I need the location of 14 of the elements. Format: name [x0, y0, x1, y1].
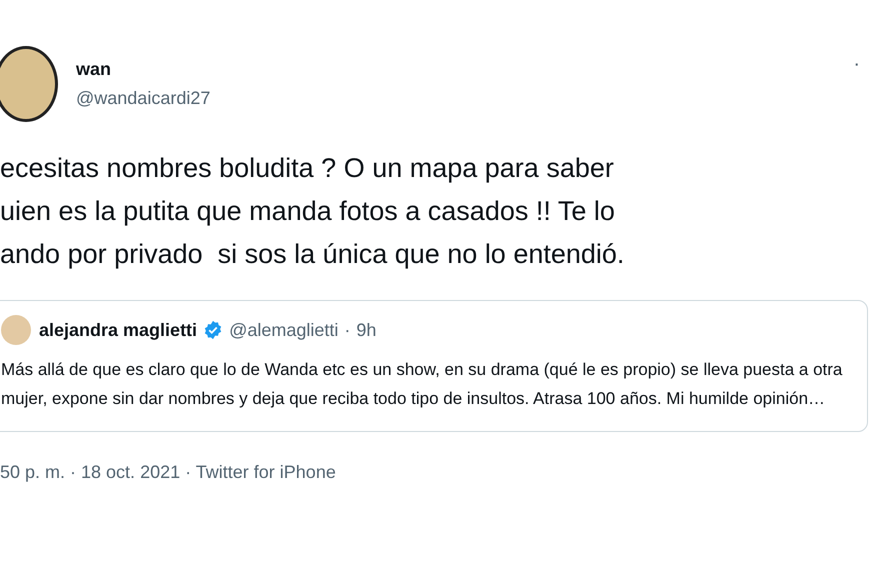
more-button[interactable]: · [849, 53, 864, 76]
quoted-tweet-card[interactable] [0, 300, 868, 432]
quoted-time: 9h [356, 320, 376, 340]
tweet-text-line: ando por privado si sos la única que no lo entendió. [0, 238, 626, 271]
tweet-timestamp: 50 p. m. · 18 oct. 2021 · Twitter for iPhone [0, 462, 337, 483]
tweet-text-line: uien es la putita que manda fotos a casados !! Te lo [0, 195, 616, 228]
avatar-circle [1, 315, 31, 345]
separator-dot: · [344, 320, 350, 340]
quoted-user-name: alejandra maglietti [39, 320, 198, 340]
quoted-user-handle: @alemaglietti [229, 320, 338, 340]
quoted-tweet-text: Más allá de que es claro que lo de Wanda etc es un show, en su drama (qué le es propio) se lleva puesta a otra mujer, expone sin dar nombres y deja que reciba todo tipo de insultos. Atrasa 100 años. Mi humilde opinión… [1, 359, 844, 410]
user-handle: @wandaicardi27 [76, 88, 212, 109]
tweet-text-line: ecesitas nombres boludita ? O un mapa para saber [0, 152, 615, 185]
user-name[interactable]: wan [76, 59, 850, 80]
